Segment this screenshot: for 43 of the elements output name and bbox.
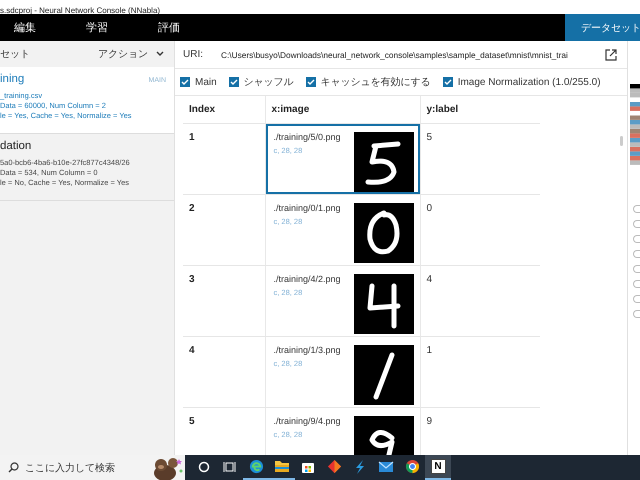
panel-title: セット	[0, 48, 31, 61]
index-cell-text: 3	[188, 273, 196, 287]
index-cell-text: 5	[188, 415, 196, 429]
uri-label: URI:	[183, 49, 204, 60]
checkbox-label: Main	[195, 76, 217, 88]
label-cell-text: 0	[426, 202, 434, 216]
minimap-drawing[interactable]	[630, 84, 640, 165]
action-menu[interactable]: アクション	[98, 47, 148, 61]
menu-item[interactable]: 編集	[14, 20, 36, 35]
index-cell-text: 1	[188, 131, 196, 145]
checkbox[interactable]	[442, 77, 453, 87]
label-cell-text: 5	[426, 131, 434, 145]
label-cell-text: 4	[426, 273, 434, 287]
label-cell-text: 1	[426, 344, 434, 358]
dataset-button[interactable]: データセット	[565, 14, 640, 41]
image-path: ./training/5/0.png	[274, 132, 342, 142]
image-path: ./training/0/1.png	[274, 203, 342, 213]
column-header: y:label	[420, 96, 540, 124]
search-icon	[8, 462, 19, 473]
index-cell-text: 4	[188, 344, 196, 358]
checkbox[interactable]	[306, 77, 316, 87]
menu-item[interactable]: 評価	[158, 20, 180, 35]
column-header: x:image	[265, 96, 420, 124]
chevron-icon[interactable]	[156, 51, 164, 57]
dataset-name: ining	[0, 73, 26, 85]
column-header: Index	[183, 96, 265, 124]
checkbox-label: シャッフル	[244, 76, 294, 89]
dataset-name: dation	[0, 140, 32, 152]
label-cell-text: 9	[426, 415, 434, 429]
checkbox-label: Image Normalization (1.0/255.0)	[458, 76, 601, 88]
search-field[interactable]: ここに入力して検索	[0, 455, 185, 480]
menu-item[interactable]: 学習	[86, 20, 108, 35]
image-path: ./training/4/2.png	[274, 274, 342, 284]
checkbox[interactable]	[180, 77, 190, 87]
image-path: ./training/1/3.png	[274, 345, 342, 355]
scrollbar-thumb[interactable]	[620, 136, 623, 146]
index-cell-text: 2	[188, 202, 196, 216]
app-icon[interactable]: N	[425, 455, 451, 480]
external-link-icon[interactable]	[605, 48, 617, 60]
checkbox-label: キャッシュを有効にする	[320, 76, 431, 89]
uri-value: C:\Users\busyo\Downloads\neural_network_console\samples\sample_dataset\mnist\mnist_trai	[221, 50, 569, 60]
image-path: ./training/9/4.png	[274, 416, 342, 426]
checkbox[interactable]	[228, 77, 239, 87]
